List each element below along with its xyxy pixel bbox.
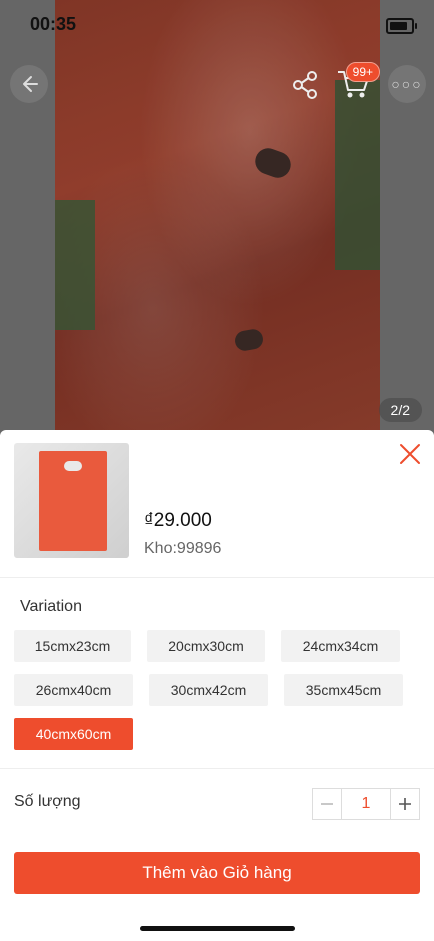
variation-option[interactable]: 30cmx42cm	[149, 674, 268, 706]
minus-icon	[321, 803, 333, 805]
divider	[0, 768, 434, 769]
cart-count-badge: 99+	[345, 62, 380, 82]
variation-bottom-sheet: ₫29.000 Kho:99896 Variation 15cmx23cm 20…	[0, 430, 434, 941]
variation-option[interactable]: 24cmx34cm	[281, 630, 400, 662]
more-button[interactable]: ○○○	[388, 65, 426, 103]
decrease-button[interactable]	[313, 789, 341, 819]
quantity-label: Số lượng	[14, 793, 81, 810]
variation-option-selected[interactable]: 40cmx60cm	[14, 718, 133, 750]
quantity-stepper: 1	[312, 788, 420, 820]
plus-icon	[399, 798, 411, 810]
battery-icon	[386, 18, 417, 34]
more-icon: ○○○	[391, 76, 423, 92]
product-price: ₫29.000	[144, 510, 212, 531]
status-time: 00:35	[30, 14, 77, 34]
home-indicator	[140, 926, 295, 931]
variation-title: Variation	[20, 598, 82, 615]
back-arrow-icon	[23, 76, 38, 92]
variation-option[interactable]: 26cmx40cm	[14, 674, 133, 706]
quantity-input[interactable]: 1	[341, 789, 391, 819]
variation-option[interactable]: 35cmx45cm	[284, 674, 403, 706]
add-to-cart-button[interactable]: Thêm vào Giỏ hàng	[14, 852, 420, 894]
variation-option[interactable]: 20cmx30cm	[147, 630, 265, 662]
share-icon[interactable]	[290, 70, 320, 100]
variation-option[interactable]: 15cmx23cm	[14, 630, 131, 662]
increase-button[interactable]	[391, 789, 419, 819]
divider	[0, 577, 434, 578]
image-page-indicator: 2/2	[378, 398, 422, 422]
stock-count: Kho:99896	[144, 540, 222, 557]
product-thumbnail	[14, 443, 129, 558]
close-icon[interactable]	[398, 442, 422, 466]
bag-illustration	[39, 451, 107, 551]
back-button[interactable]	[10, 65, 48, 103]
